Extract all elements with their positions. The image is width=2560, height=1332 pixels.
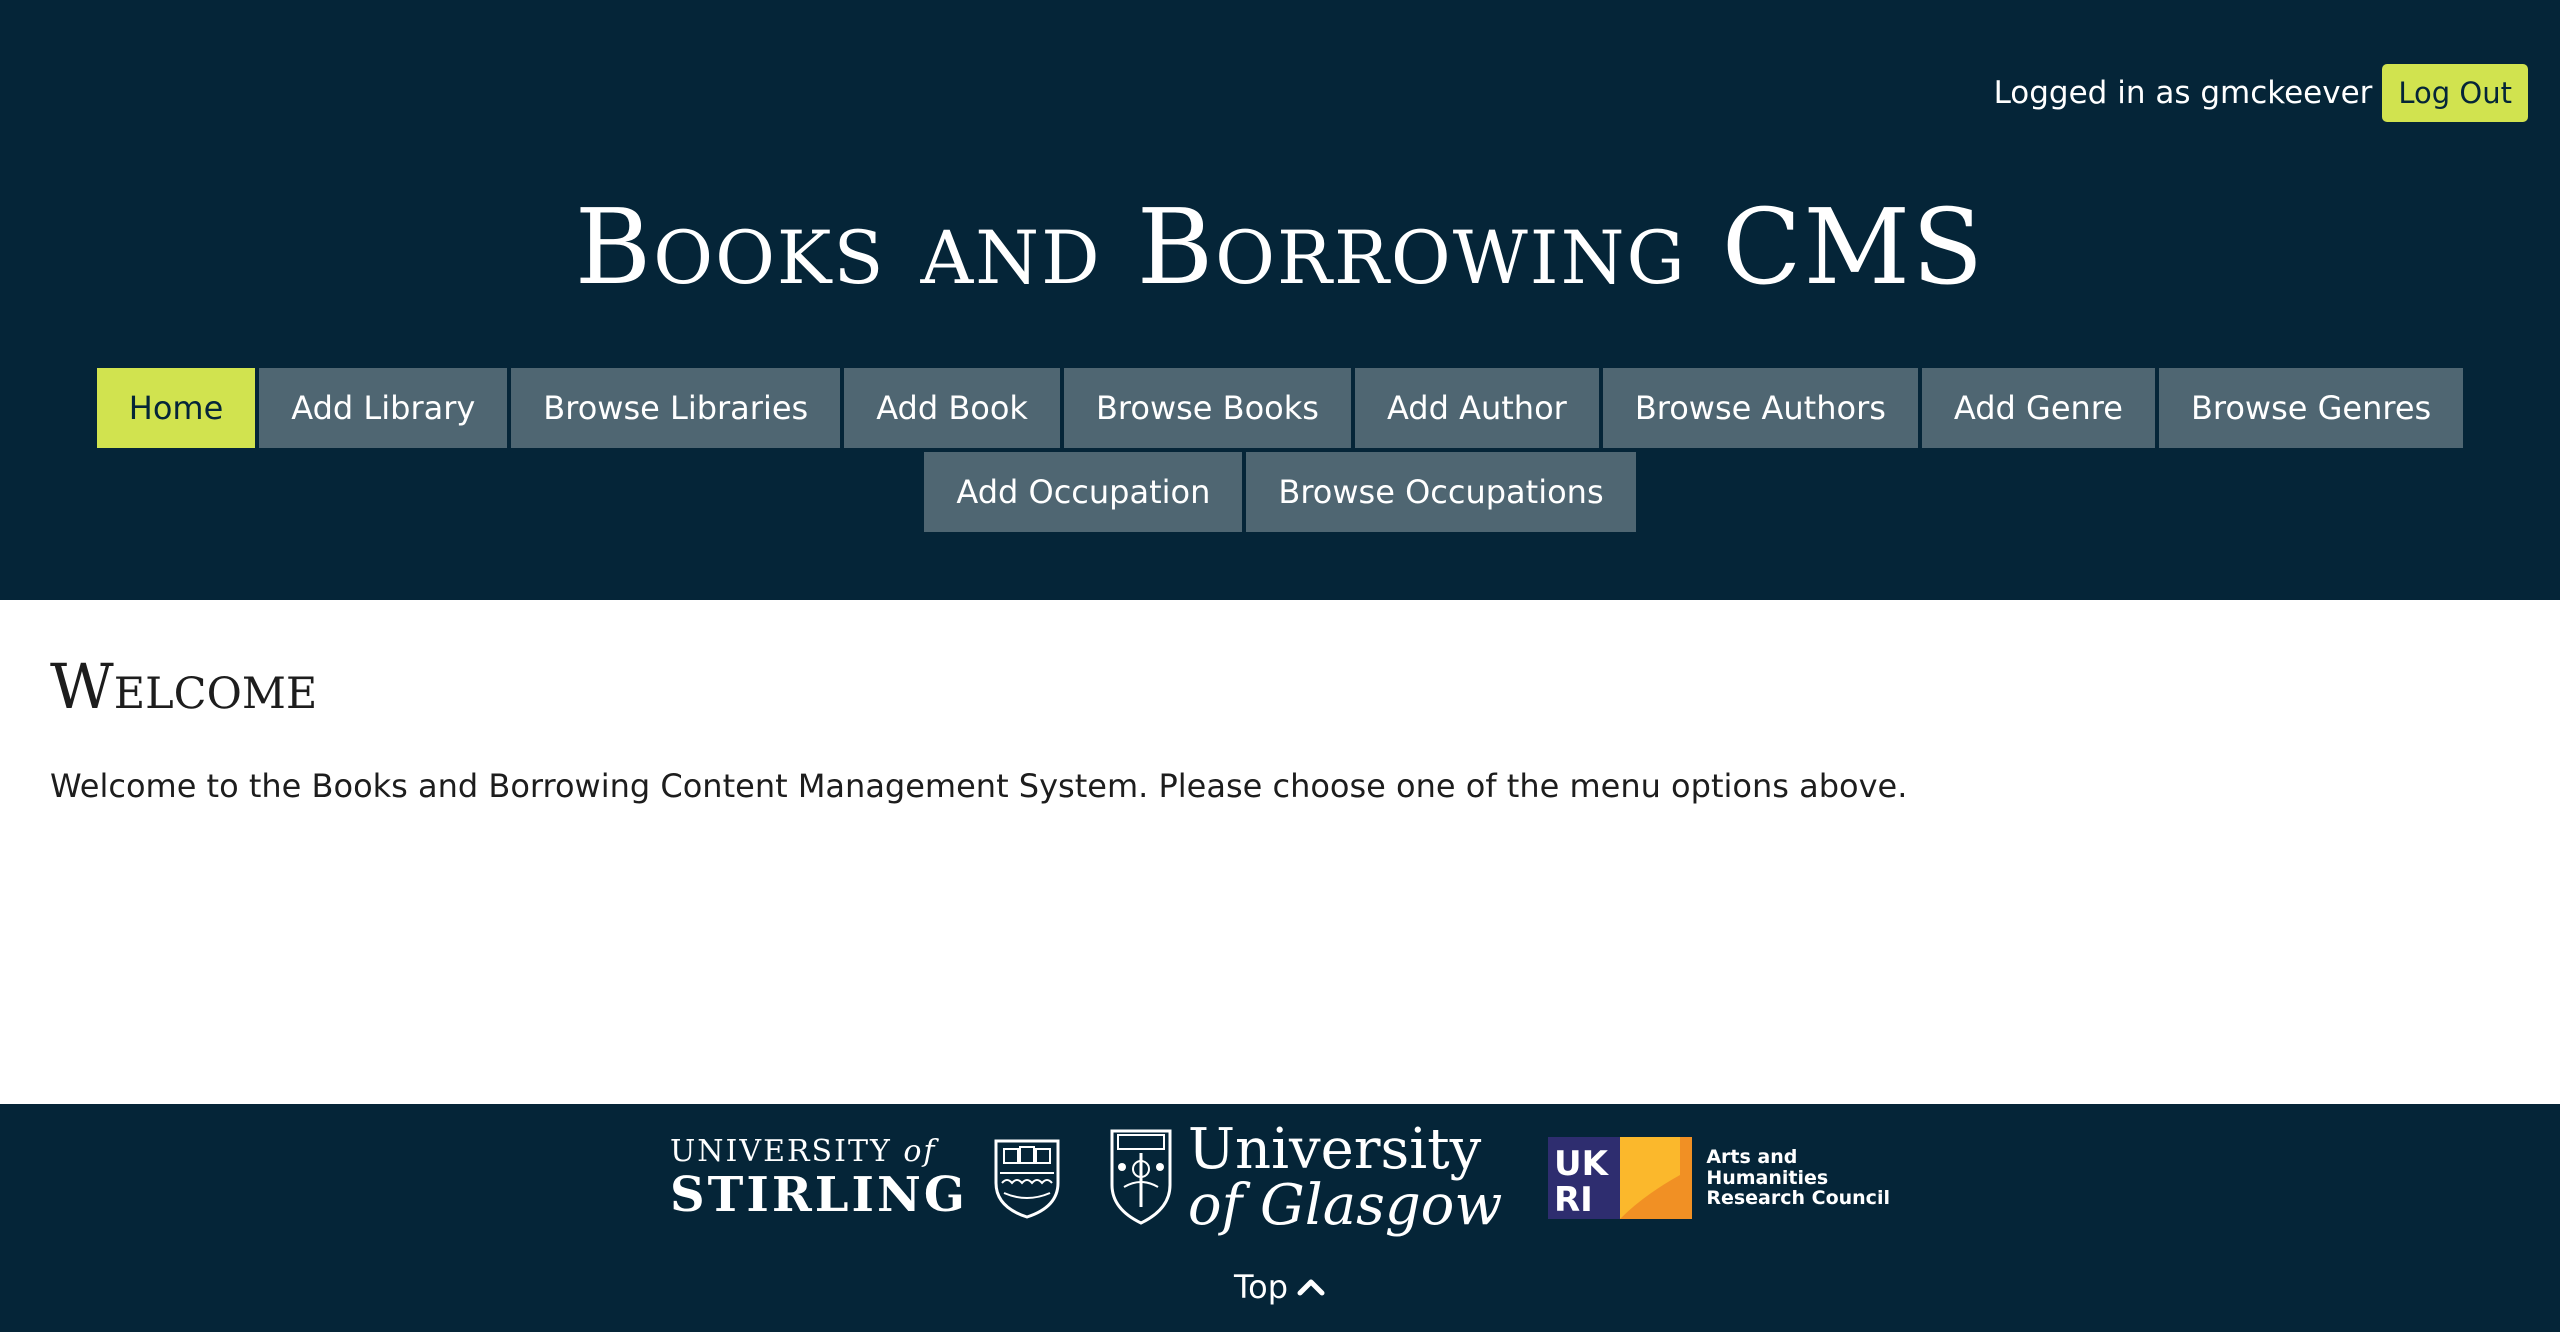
glasgow-wordmark: University of Glasgow xyxy=(1187,1117,1503,1238)
main-content: Welcome Welcome to the Books and Borrowi… xyxy=(50,650,2510,805)
nav-row-2: Add Occupation Browse Occupations xyxy=(0,452,2560,532)
stirling-crest-icon xyxy=(994,1139,1060,1219)
chevron-up-icon xyxy=(1297,1279,1325,1296)
welcome-text: Welcome to the Books and Borrowing Conte… xyxy=(50,767,1908,805)
svg-text:UK: UK xyxy=(1554,1144,1610,1184)
ukri-icon: UK RI xyxy=(1548,1137,1693,1219)
nav-item-browse-libraries[interactable]: Browse Libraries xyxy=(511,368,841,448)
university-of-stirling-logo[interactable]: UNIVERSITY of STIRLING xyxy=(670,1137,1062,1219)
nav-item-home[interactable]: Home xyxy=(96,368,256,448)
svg-text:RI: RI xyxy=(1554,1180,1593,1219)
site-footer: UNIVERSITY of STIRLING University of Gla… xyxy=(0,1104,2560,1332)
partner-logos: UNIVERSITY of STIRLING University of Gla… xyxy=(0,1122,2560,1234)
nav-item-add-library[interactable]: Add Library xyxy=(259,368,508,448)
glasgow-crest-icon xyxy=(1110,1129,1172,1225)
university-of-glasgow-logo[interactable]: University of Glasgow xyxy=(1108,1117,1503,1238)
nav-item-add-book[interactable]: Add Book xyxy=(844,368,1060,448)
login-area: Logged in as gmckeever Log Out xyxy=(1994,64,2528,122)
page-title: Welcome xyxy=(50,650,318,723)
main-nav: Home Add Library Browse Libraries Add Bo… xyxy=(0,368,2560,532)
nav-item-browse-genres[interactable]: Browse Genres xyxy=(2158,368,2464,448)
nav-item-browse-occupations[interactable]: Browse Occupations xyxy=(1246,452,1636,532)
logout-button[interactable]: Log Out xyxy=(2382,64,2528,122)
nav-item-add-genre[interactable]: Add Genre xyxy=(1921,368,2155,448)
logged-in-text: Logged in as gmckeever xyxy=(1993,75,2373,111)
site-title: Books and Borrowing CMS xyxy=(574,186,1986,308)
nav-item-add-occupation[interactable]: Add Occupation xyxy=(924,452,1243,532)
back-to-top-link[interactable]: Top xyxy=(0,1268,2560,1306)
nav-item-add-author[interactable]: Add Author xyxy=(1354,368,1599,448)
site-header: Logged in as gmckeever Log Out Books and… xyxy=(0,0,2560,600)
top-label: Top xyxy=(1234,1268,1288,1306)
nav-row-1: Home Add Library Browse Libraries Add Bo… xyxy=(0,368,2560,448)
stirling-wordmark: UNIVERSITY of STIRLING xyxy=(670,1134,968,1223)
nav-item-browse-authors[interactable]: Browse Authors xyxy=(1602,368,1918,448)
nav-item-browse-books[interactable]: Browse Books xyxy=(1063,368,1351,448)
ahrc-wordmark: Arts and Humanities Research Council xyxy=(1706,1145,1890,1210)
ukri-ahrc-logo[interactable]: UK RI Arts and Humanities Research Counc… xyxy=(1548,1137,1890,1219)
